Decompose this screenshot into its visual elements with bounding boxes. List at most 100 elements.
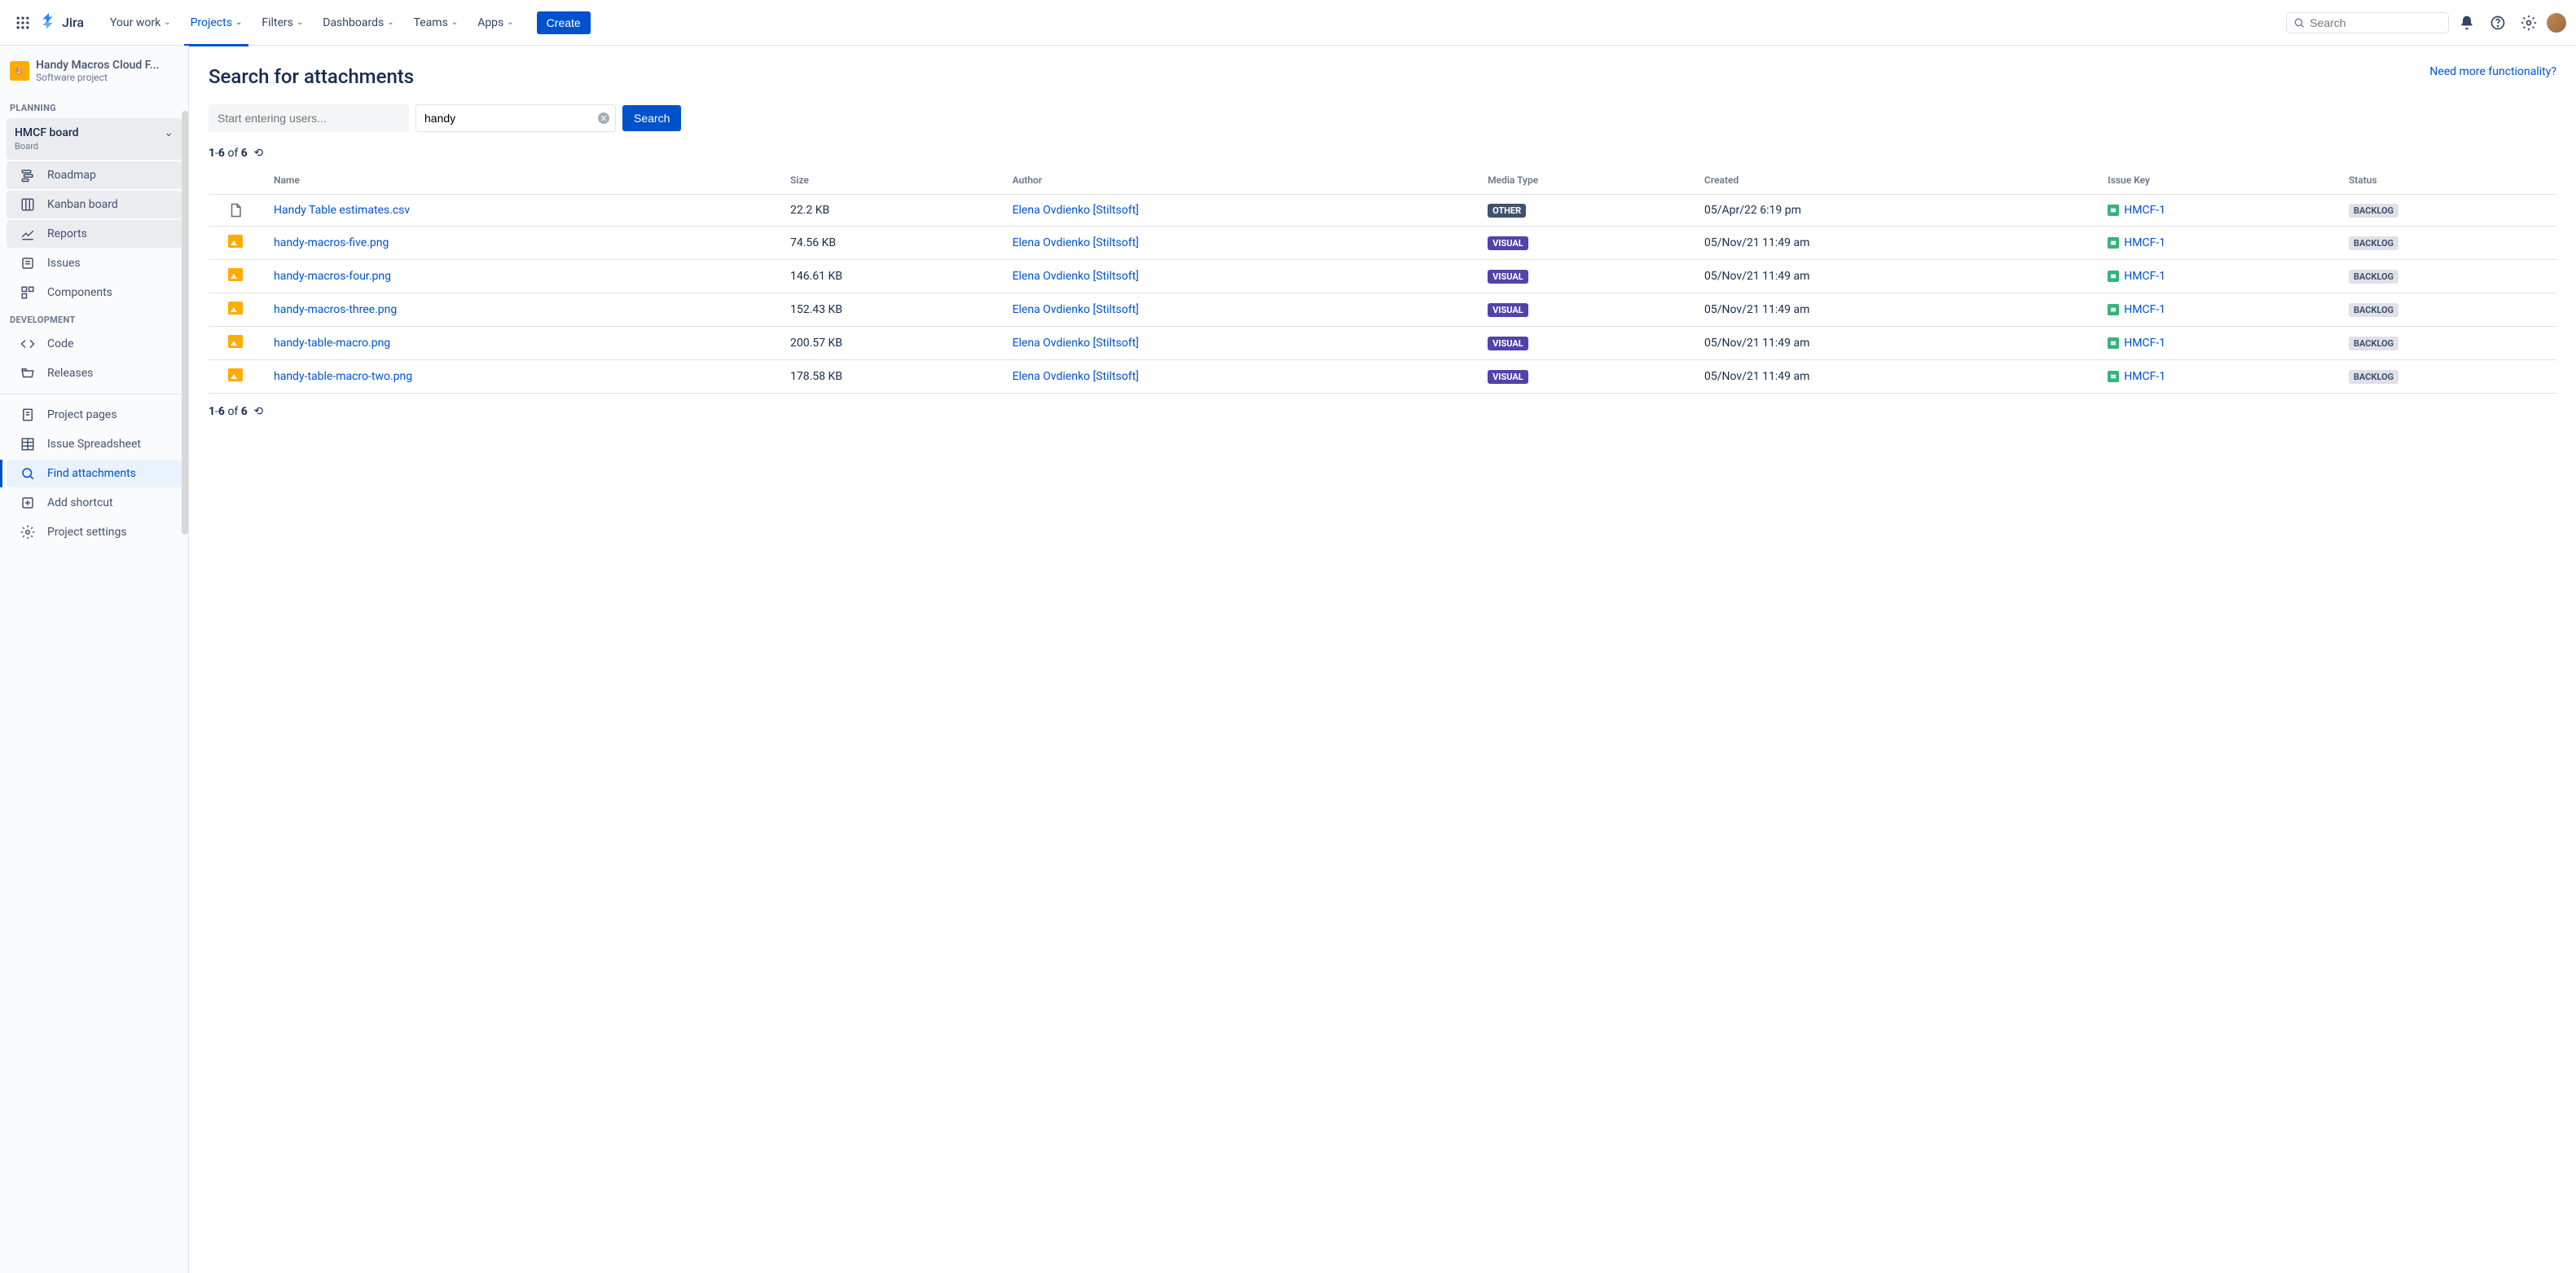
global-search-input[interactable] [2310, 16, 2442, 29]
author-link[interactable]: Elena Ovdienko [Stiltsoft] [1013, 270, 1139, 283]
sidebar-item-kanban[interactable]: Kanban board [7, 191, 182, 218]
releases-icon [18, 366, 37, 381]
sidebar-item-issue-spreadsheet[interactable]: Issue Spreadsheet [7, 430, 182, 458]
topbar: Jira Your work⌄ Projects⌄ Filters⌄ Dashb… [0, 0, 2576, 46]
help-icon[interactable] [2485, 10, 2511, 36]
media-type-badge: VISUAL [1488, 303, 1528, 317]
media-type-badge: VISUAL [1488, 270, 1528, 284]
attachment-name-link[interactable]: handy-table-macro.png [274, 337, 390, 350]
col-size[interactable]: Size [784, 166, 1006, 195]
sidebar-item-roadmap[interactable]: Roadmap [7, 161, 182, 189]
settings-icon[interactable] [2516, 10, 2542, 36]
media-type-badge: VISUAL [1488, 337, 1528, 350]
col-author[interactable]: Author [1006, 166, 1482, 195]
status-badge: BACKLOG [2349, 370, 2398, 384]
issue-type-icon [2108, 337, 2119, 349]
refresh-icon[interactable]: ⟲ [253, 147, 263, 160]
col-issue-key[interactable]: Issue Key [2101, 166, 2342, 195]
app-switcher-icon[interactable] [10, 10, 36, 36]
author-link[interactable]: Elena Ovdienko [Stiltsoft] [1013, 236, 1139, 249]
user-avatar[interactable] [2547, 13, 2566, 33]
created-date: 05/Nov/21 11:49 am [1698, 360, 2101, 394]
chevron-down-icon: ⌄ [507, 18, 513, 27]
file-image-icon [228, 268, 243, 281]
clear-query-icon[interactable]: ✕ [598, 112, 609, 124]
attachment-size: 74.56 KB [784, 227, 1006, 260]
sidebar-item-label: Kanban board [47, 198, 118, 211]
attachment-name-link[interactable]: handy-macros-five.png [274, 236, 389, 249]
col-name[interactable]: Name [267, 166, 784, 195]
project-icon: 🎨 [10, 61, 29, 81]
nav-your-work[interactable]: Your work⌄ [103, 13, 178, 33]
attachment-size: 178.58 KB [784, 360, 1006, 394]
sidebar-board-selector[interactable]: HMCF board Board ⌄ [7, 118, 182, 160]
sidebar-item-project-settings[interactable]: Project settings [7, 518, 182, 546]
attachment-size: 200.57 KB [784, 327, 1006, 360]
brand-text: Jira [62, 15, 84, 30]
users-filter-input[interactable] [209, 104, 409, 132]
attachment-size: 152.43 KB [784, 293, 1006, 327]
sidebar-item-reports[interactable]: Reports [7, 220, 182, 248]
issue-type-icon [2108, 371, 2119, 382]
main-nav: Your work⌄ Projects⌄ Filters⌄ Dashboards… [100, 13, 524, 33]
global-search[interactable] [2286, 12, 2449, 33]
issue-type-icon [2108, 237, 2119, 249]
nav-projects[interactable]: Projects⌄ [184, 13, 249, 33]
roadmap-icon [18, 168, 37, 183]
table-row: handy-macros-three.png 152.43 KB Elena O… [209, 293, 2556, 327]
created-date: 05/Nov/21 11:49 am [1698, 227, 2101, 260]
board-icon [18, 197, 37, 212]
nav-apps[interactable]: Apps⌄ [471, 13, 520, 33]
author-link[interactable]: Elena Ovdienko [Stiltsoft] [1013, 204, 1139, 217]
project-header[interactable]: 🎨 Handy Macros Cloud F... Software proje… [0, 46, 188, 96]
sidebar-item-label: Components [47, 286, 112, 299]
chart-icon [18, 227, 37, 241]
sidebar-item-find-attachments[interactable]: Find attachments [7, 460, 182, 487]
nav-dashboards[interactable]: Dashboards⌄ [316, 13, 400, 33]
sidebar-item-label: Roadmap [47, 169, 96, 182]
sidebar-item-label: Project pages [47, 408, 117, 421]
main-content: Search for attachments Need more functio… [189, 46, 2576, 1273]
table-row: handy-macros-four.png 146.61 KB Elena Ov… [209, 260, 2556, 293]
col-created[interactable]: Created [1698, 166, 2101, 195]
sidebar-item-project-pages[interactable]: Project pages [7, 401, 182, 429]
scrollbar-thumb[interactable] [182, 111, 188, 535]
sidebar-item-issues[interactable]: Issues [7, 249, 182, 277]
issue-key-link[interactable]: HMCF-1 [2124, 236, 2165, 249]
col-media-type[interactable]: Media Type [1481, 166, 1698, 195]
media-type-badge: VISUAL [1488, 370, 1528, 384]
project-name: Handy Macros Cloud F... [36, 59, 174, 72]
search-button[interactable]: Search [622, 105, 681, 131]
code-icon [18, 337, 37, 351]
issue-key-link[interactable]: HMCF-1 [2124, 204, 2165, 217]
author-link[interactable]: Elena Ovdienko [Stiltsoft] [1013, 337, 1139, 350]
sidebar: 🎨 Handy Macros Cloud F... Software proje… [0, 46, 189, 1273]
table-row: handy-table-macro.png 200.57 KB Elena Ov… [209, 327, 2556, 360]
col-status[interactable]: Status [2342, 166, 2556, 195]
sidebar-item-label: Code [47, 337, 73, 350]
sidebar-item-add-shortcut[interactable]: Add shortcut [7, 489, 182, 517]
attachment-name-link[interactable]: handy-macros-four.png [274, 270, 391, 283]
results-count-bottom: 1-6 of 6 ⟲ [209, 405, 2556, 418]
sidebar-item-components[interactable]: Components [7, 279, 182, 306]
nav-teams[interactable]: Teams⌄ [407, 13, 465, 33]
need-more-link[interactable]: Need more functionality? [2429, 65, 2556, 78]
refresh-icon[interactable]: ⟲ [253, 405, 263, 418]
jira-logo[interactable]: Jira [39, 13, 84, 33]
sidebar-item-code[interactable]: Code [7, 330, 182, 358]
issue-key-link[interactable]: HMCF-1 [2124, 337, 2165, 350]
sidebar-item-releases[interactable]: Releases [7, 359, 182, 387]
author-link[interactable]: Elena Ovdienko [Stiltsoft] [1013, 370, 1139, 383]
attachment-name-link[interactable]: handy-macros-three.png [274, 303, 397, 316]
page-icon [18, 407, 37, 422]
attachment-name-link[interactable]: Handy Table estimates.csv [274, 204, 410, 217]
create-button[interactable]: Create [537, 11, 591, 34]
author-link[interactable]: Elena Ovdienko [Stiltsoft] [1013, 303, 1139, 316]
issue-key-link[interactable]: HMCF-1 [2124, 370, 2165, 383]
issue-key-link[interactable]: HMCF-1 [2124, 270, 2165, 283]
query-input[interactable] [415, 104, 616, 132]
nav-filters[interactable]: Filters⌄ [255, 13, 310, 33]
issue-key-link[interactable]: HMCF-1 [2124, 303, 2165, 316]
notifications-icon[interactable] [2454, 10, 2480, 36]
attachment-name-link[interactable]: handy-table-macro-two.png [274, 370, 412, 383]
